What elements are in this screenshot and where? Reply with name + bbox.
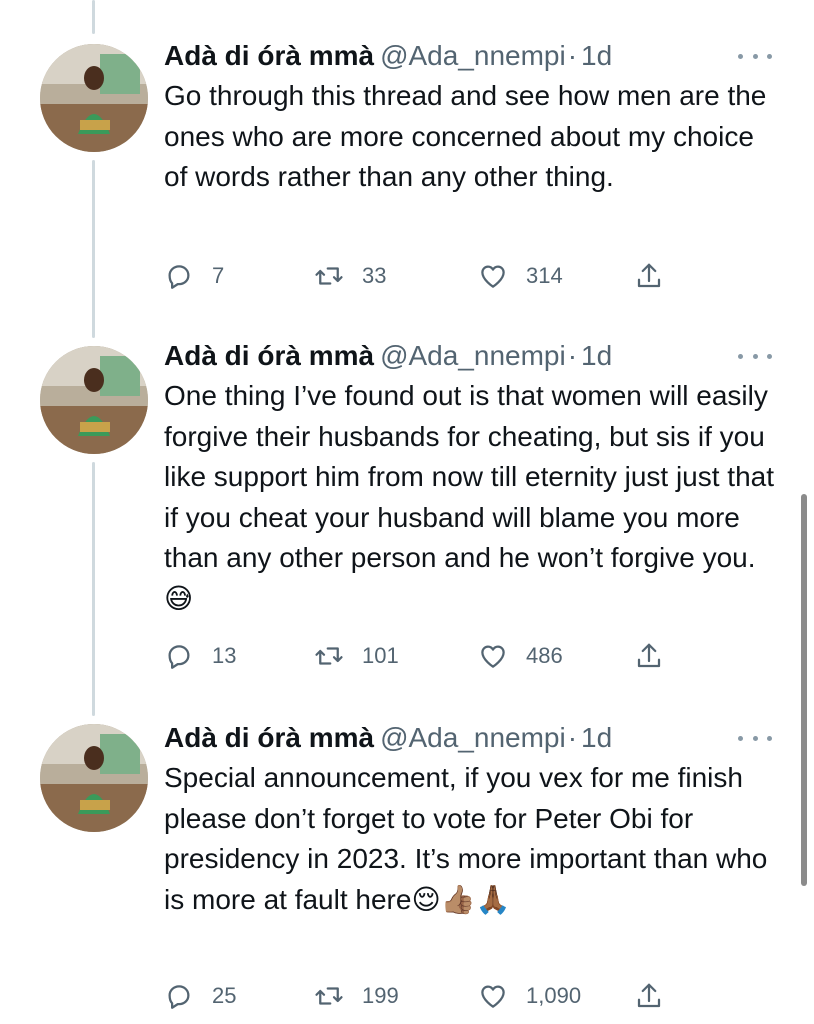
tweet[interactable]: Adà di órà mmà @Ada_nnempi· 1d Go through … [0,36,814,326]
author-name[interactable]: Adà di órà mmà [164,40,374,71]
reply-button[interactable]: 13 [164,636,236,676]
retweet-count: 199 [362,983,399,1008]
reply-count: 13 [212,643,237,668]
retweet-count: 101 [362,643,399,668]
retweet-button[interactable]: 199 [314,976,399,1016]
share-button[interactable] [634,636,664,676]
share-icon [637,643,661,668]
reply-button[interactable]: 25 [164,976,236,1016]
author-name[interactable]: Adà di órà mmà [164,722,374,753]
scrollbar[interactable] [801,494,807,886]
like-button[interactable]: 314 [478,256,563,296]
avatar[interactable] [40,44,148,152]
like-count: 314 [526,263,563,288]
timestamp[interactable]: 1d [581,722,612,753]
emoji-sequence: 😌👍🏽🙏🏾 [411,882,511,916]
tweet-actions: 25 199 1,090 [164,976,784,1016]
sweat-smile-emoji: 😅 [164,581,194,615]
share-icon [637,983,661,1008]
heart-icon [481,985,505,1008]
reply-icon [168,265,190,289]
thread-line-top [92,0,95,34]
heart-icon [481,265,505,288]
separator-dot: · [567,40,578,71]
tweet-actions: 13 101 486 [164,636,784,676]
reply-count: 7 [212,263,225,288]
tweet-text-content: One thing I’ve found out is that women w… [164,380,775,573]
retweet-button[interactable]: 101 [314,636,399,676]
like-button[interactable]: 486 [478,636,563,676]
reply-icon [168,985,190,1009]
avatar-image [40,44,148,152]
tweet-text: Go through this thread and see how men a… [164,76,784,198]
author-handle[interactable]: @Ada_nnempi [380,340,566,371]
tweet-header: Adà di órà mmà @Ada_nnempi· 1d [164,336,612,376]
more-icon[interactable] [738,346,772,366]
tweet[interactable]: Adà di órà mmà @Ada_nnempi· 1d Special ann… [0,718,814,1024]
more-icon[interactable] [738,728,772,748]
avatar-image [40,346,148,454]
avatar-image [40,724,148,832]
tweet-text: Special announcement, if you vex for me … [164,758,784,920]
author-name[interactable]: Adà di órà mmà [164,340,374,371]
reply-icon [168,645,190,669]
reply-count: 25 [212,983,237,1008]
author-handle[interactable]: @Ada_nnempi [380,40,566,71]
retweet-icon [315,647,343,665]
tweet-actions: 7 33 314 [164,256,784,296]
more-icon[interactable] [738,46,772,66]
reply-button[interactable]: 7 [164,256,224,296]
tweet-header: Adà di órà mmà @Ada_nnempi· 1d [164,36,612,76]
timestamp[interactable]: 1d [581,40,612,71]
separator-dot: · [567,340,578,371]
like-button[interactable]: 1,090 [478,976,581,1016]
share-button[interactable] [634,976,664,1016]
separator-dot: · [567,722,578,753]
like-count: 1,090 [526,983,582,1008]
tweet-text-content: Go through this thread and see how men a… [164,80,767,192]
tweet[interactable]: Adà di órà mmà @Ada_nnempi· 1d One thing I… [0,336,814,706]
heart-icon [481,645,505,668]
like-count: 486 [526,643,563,668]
retweet-button[interactable]: 33 [314,256,386,296]
tweet-text: One thing I’ve found out is that women w… [164,376,784,619]
timestamp[interactable]: 1d [581,340,612,371]
share-icon [637,263,661,288]
author-handle[interactable]: @Ada_nnempi [380,722,566,753]
retweet-icon [315,267,343,285]
avatar[interactable] [40,724,148,832]
retweet-icon [315,987,343,1005]
share-button[interactable] [634,256,664,296]
tweet-header: Adà di órà mmà @Ada_nnempi· 1d [164,718,612,758]
retweet-count: 33 [362,263,387,288]
avatar[interactable] [40,346,148,454]
